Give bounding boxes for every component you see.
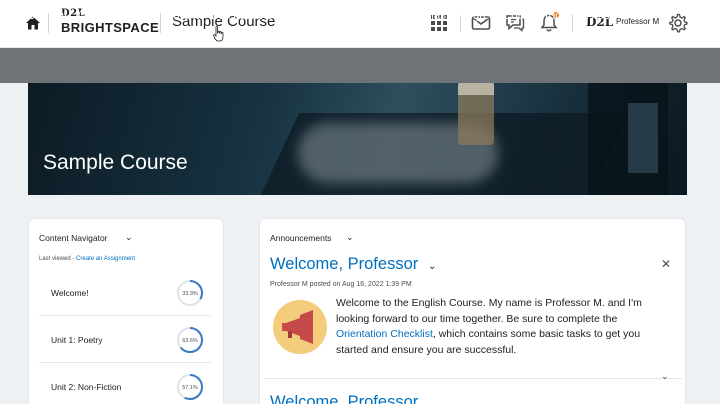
orientation-checklist-link[interactable]: Orientation Checklist — [336, 328, 433, 340]
user-name[interactable]: Professor M — [616, 17, 659, 26]
chevron-down-icon: ⌄ — [612, 11, 620, 20]
progress-ring: 33.3% — [177, 280, 203, 306]
last-viewed-label: Last viewed - — [39, 256, 77, 262]
progress-ring: 57.1% — [177, 374, 203, 400]
announcement-heading-link[interactable]: Welcome, Professor — [270, 255, 418, 274]
navigator-item-label: Welcome! — [51, 288, 89, 298]
megaphone-icon — [273, 300, 327, 354]
course-navbar — [0, 48, 720, 83]
nav-course-tools[interactable]: Course Tools ⌄ — [503, 10, 580, 22]
last-viewed-link[interactable]: Create an Assignment — [76, 256, 135, 262]
nav-assignments[interactable]: Assignments — [139, 10, 205, 22]
nav-quick-eval[interactable]: Quick Eval — [78, 10, 133, 22]
announcement-body: Welcome to the English Course. My name i… — [336, 296, 666, 358]
announcement-text: Welcome to the English Course. My name i… — [336, 297, 642, 325]
banner-course-title: Sample Course — [43, 151, 188, 174]
nav-class-progress[interactable]: Class Progress — [423, 10, 501, 22]
navigator-item-non-fiction[interactable]: Unit 2: Non-Fiction 57.1% — [39, 363, 211, 404]
gear-icon[interactable] — [668, 13, 688, 33]
nav-classlist[interactable]: Classlist — [328, 10, 371, 22]
chevron-down-icon[interactable]: ⌄ — [428, 261, 436, 272]
nav-course-tools-label: Course Tools — [503, 10, 570, 22]
announcements-title: Announcements — [270, 233, 332, 243]
navigator-item-label: Unit 1: Poetry — [51, 335, 103, 345]
navigator-item-welcome[interactable]: Welcome! 33.3% — [39, 269, 211, 316]
progress-text: 63.6% — [182, 338, 198, 344]
content-navigator-title: Content Navigator — [39, 233, 108, 243]
close-icon[interactable]: ✕ — [661, 257, 671, 271]
nav-content[interactable]: Content — [27, 10, 67, 22]
announcement-meta: Professor M posted on Aug 16, 2022 1:39 … — [270, 281, 412, 288]
logo-brightspace-text: BRIGHTSPACE — [61, 20, 160, 35]
nav-grades[interactable]: Grades — [378, 10, 416, 22]
chevron-down-icon[interactable]: ⌄ — [661, 371, 669, 382]
progress-text: 57.1% — [182, 385, 198, 391]
progress-ring: 63.6% — [177, 327, 203, 353]
course-banner-image — [28, 83, 687, 195]
navigator-item-poetry[interactable]: Unit 1: Poetry 63.6% — [39, 316, 211, 363]
nav-discussions[interactable]: Discussions — [211, 10, 272, 22]
chevron-down-icon[interactable]: ⌄ — [346, 232, 354, 243]
hand-cursor-icon — [213, 26, 224, 42]
chevron-down-icon: ⌄ — [572, 11, 580, 20]
nav-help[interactable]: Help ⌄ — [586, 10, 619, 22]
last-viewed: Last viewed - Create an Assignment — [39, 256, 135, 262]
nav-quizzes[interactable]: Quizzes — [279, 10, 321, 22]
announcement-heading-link[interactable]: Welcome, Professor — [270, 393, 418, 404]
navigator-item-label: Unit 2: Non-Fiction — [51, 382, 122, 392]
divider — [264, 378, 682, 379]
progress-text: 33.3% — [182, 291, 198, 297]
chevron-down-icon[interactable]: ⌄ — [125, 232, 133, 243]
nav-help-label: Help — [586, 10, 610, 22]
